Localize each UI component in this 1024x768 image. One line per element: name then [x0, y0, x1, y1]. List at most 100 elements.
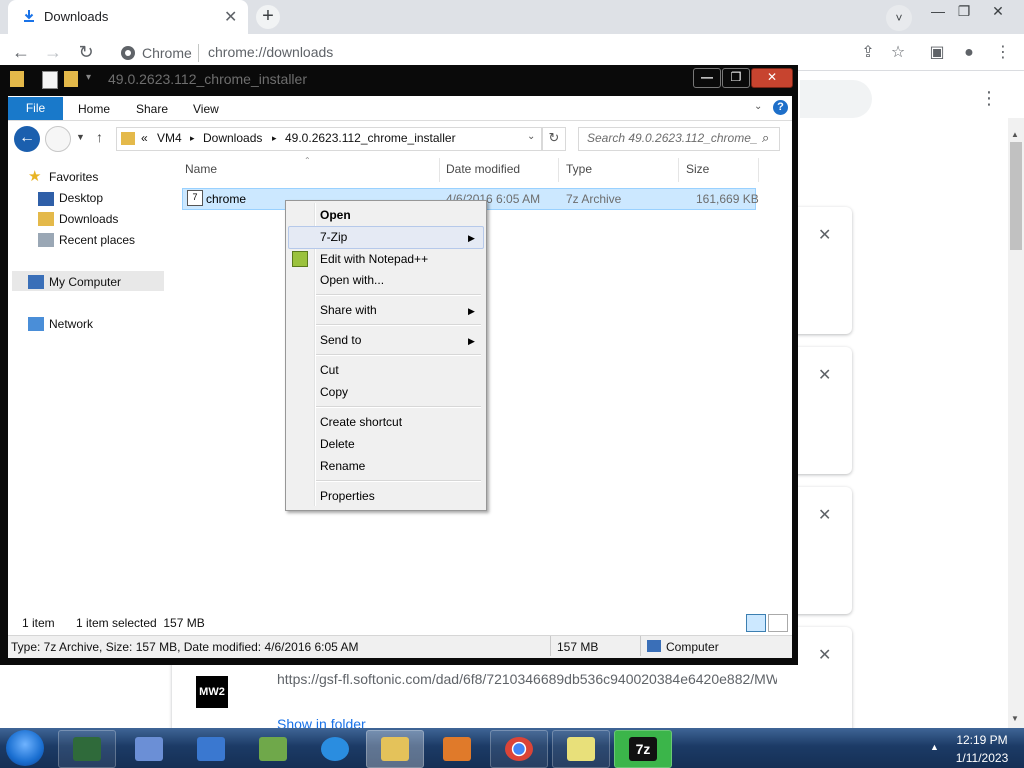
column-divider[interactable]	[678, 158, 679, 182]
remove-download-icon[interactable]: ✕	[818, 225, 831, 245]
notepadplusplus-icon	[292, 251, 308, 267]
menu-item-delete[interactable]: Delete	[320, 437, 355, 451]
scrollbar-thumb[interactable]	[1010, 142, 1022, 250]
details-view-icon[interactable]	[746, 614, 766, 632]
menu-item-open-with[interactable]: Open with...	[320, 273, 384, 287]
remove-download-icon[interactable]: ✕	[818, 505, 831, 525]
column-divider[interactable]	[439, 158, 440, 182]
column-divider[interactable]	[758, 158, 759, 182]
menu-item-edit-notepadpp[interactable]: Edit with Notepad++	[320, 252, 428, 266]
download-url[interactable]: https://gsf-fl.softonic.com/dad/6f8/7210…	[277, 671, 777, 687]
explorer-close-button[interactable]: ✕	[751, 68, 793, 88]
taskbar-app-remote[interactable]	[120, 730, 178, 768]
nav-desktop[interactable]: Desktop	[59, 191, 103, 205]
clock-time[interactable]: 12:19 PM	[956, 733, 1008, 747]
start-button[interactable]	[6, 730, 44, 766]
properties-icon[interactable]	[42, 71, 58, 89]
breadcrumb-separator-icon[interactable]: ▸	[272, 133, 277, 144]
expand-ribbon-icon[interactable]: ⌄	[754, 101, 762, 112]
breadcrumb[interactable]: « VM4 ▸ Downloads ▸ 49.0.2623.112_chrome…	[116, 127, 542, 151]
new-tab-button[interactable]: +	[256, 5, 280, 29]
tab-downloads[interactable]: Downloads ✕	[8, 0, 248, 34]
address-dropdown-icon[interactable]: ⌄	[527, 131, 535, 142]
explorer-maximize-button[interactable]: ❐	[722, 68, 750, 88]
taskbar-app-task-manager[interactable]	[58, 730, 116, 768]
address-bar[interactable]: Chrome chrome://downloads	[110, 40, 910, 66]
taskbar-app-ie[interactable]	[306, 730, 364, 768]
menu-separator	[316, 324, 481, 326]
clock-date[interactable]: 1/11/2023	[952, 751, 1012, 765]
menu-item-copy[interactable]: Copy	[320, 385, 348, 399]
ribbon-tab-home[interactable]: Home	[78, 102, 110, 116]
share-icon[interactable]: ⇪	[857, 42, 879, 64]
context-menu: Open 7-Zip ▶ Edit with Notepad++ Open wi…	[285, 200, 487, 511]
nav-my-computer[interactable]: My Computer	[49, 275, 121, 289]
menu-item-send-to[interactable]: Send to	[320, 333, 361, 347]
explorer-forward-button[interactable]	[45, 126, 71, 152]
remove-download-icon[interactable]: ✕	[818, 365, 831, 385]
scroll-up-icon[interactable]: ▲	[1011, 130, 1019, 139]
new-folder-icon[interactable]	[64, 71, 78, 87]
kebab-menu-icon[interactable]: ⋮	[992, 42, 1014, 64]
taskbar-app-notes[interactable]	[552, 730, 610, 768]
customize-quick-access-icon[interactable]: ▾	[86, 72, 91, 83]
large-icons-view-icon[interactable]	[768, 614, 788, 632]
column-header-type[interactable]: Type	[566, 162, 592, 176]
recent-locations-icon[interactable]: ▼	[76, 132, 85, 142]
column-header-size[interactable]: Size	[686, 162, 709, 176]
back-button[interactable]: ←	[10, 42, 32, 64]
taskbar-app-explorer[interactable]	[366, 730, 424, 768]
sidepanel-icon[interactable]: ▣	[926, 42, 948, 64]
menu-item-7zip[interactable]: 7-Zip	[320, 230, 347, 244]
column-header-date[interactable]: Date modified	[446, 162, 520, 176]
nav-recent-places[interactable]: Recent places	[59, 233, 135, 247]
tab-search-button[interactable]: ˅	[886, 5, 912, 31]
menu-item-share-with[interactable]: Share with	[320, 303, 377, 317]
taskbar-app-chrome[interactable]	[490, 730, 548, 768]
scroll-down-icon[interactable]: ▼	[1011, 714, 1019, 723]
help-icon[interactable]: ?	[773, 100, 788, 115]
breadcrumb-item[interactable]: 49.0.2623.112_chrome_installer	[285, 131, 456, 145]
menu-item-rename[interactable]: Rename	[320, 459, 365, 473]
maximize-button[interactable]: ❐	[948, 2, 980, 22]
file-name[interactable]: chrome	[206, 192, 246, 206]
breadcrumb-separator-icon[interactable]: ▸	[190, 133, 195, 144]
tab-close-icon[interactable]: ✕	[224, 7, 237, 27]
column-header-name[interactable]: Name	[185, 162, 217, 176]
ribbon-tab-view[interactable]: View	[193, 102, 219, 116]
nav-favorites[interactable]: Favorites	[49, 170, 98, 184]
menu-item-cut[interactable]: Cut	[320, 363, 339, 377]
breadcrumb-item[interactable]: VM4	[157, 131, 182, 145]
breadcrumb-item[interactable]: Downloads	[203, 131, 262, 145]
ribbon-tab-share[interactable]: Share	[136, 102, 168, 116]
reload-button[interactable]: ↻	[75, 42, 97, 64]
downloads-search-field[interactable]	[800, 80, 872, 118]
explorer-minimize-button[interactable]: —	[693, 68, 721, 88]
refresh-button[interactable]: ↻	[542, 127, 566, 151]
desktop-icon	[197, 737, 225, 761]
remove-download-icon[interactable]: ✕	[818, 645, 831, 665]
remote-desktop-icon	[135, 737, 163, 761]
up-arrow-icon[interactable]: ↑	[96, 129, 103, 145]
column-divider[interactable]	[558, 158, 559, 182]
search-input[interactable]: Search 49.0.2623.112_chrome_i... ⌕	[578, 127, 780, 151]
forward-button[interactable]: →	[42, 42, 64, 64]
taskbar-app-network[interactable]	[244, 730, 302, 768]
close-window-button[interactable]: ✕	[982, 2, 1014, 22]
menu-item-properties[interactable]: Properties	[320, 489, 375, 503]
show-hidden-icons[interactable]: ▲	[930, 742, 939, 752]
nav-downloads[interactable]: Downloads	[59, 212, 118, 226]
folder-icon	[121, 132, 135, 145]
taskbar-app-desktop[interactable]	[182, 730, 240, 768]
explorer-back-button[interactable]: ←	[14, 126, 40, 152]
downloads-menu-icon[interactable]: ⋮	[980, 88, 998, 109]
nav-network[interactable]: Network	[49, 317, 93, 331]
taskbar-app-media[interactable]	[428, 730, 486, 768]
star-icon[interactable]: ☆	[887, 42, 909, 64]
menu-item-create-shortcut[interactable]: Create shortcut	[320, 415, 402, 429]
breadcrumb-overflow[interactable]: «	[141, 131, 148, 145]
taskbar-app-7zip[interactable]: 7z	[614, 730, 672, 768]
menu-item-open[interactable]: Open	[320, 208, 351, 222]
profile-icon[interactable]: ●	[958, 42, 980, 64]
ribbon-file-tab[interactable]: File	[8, 97, 63, 120]
